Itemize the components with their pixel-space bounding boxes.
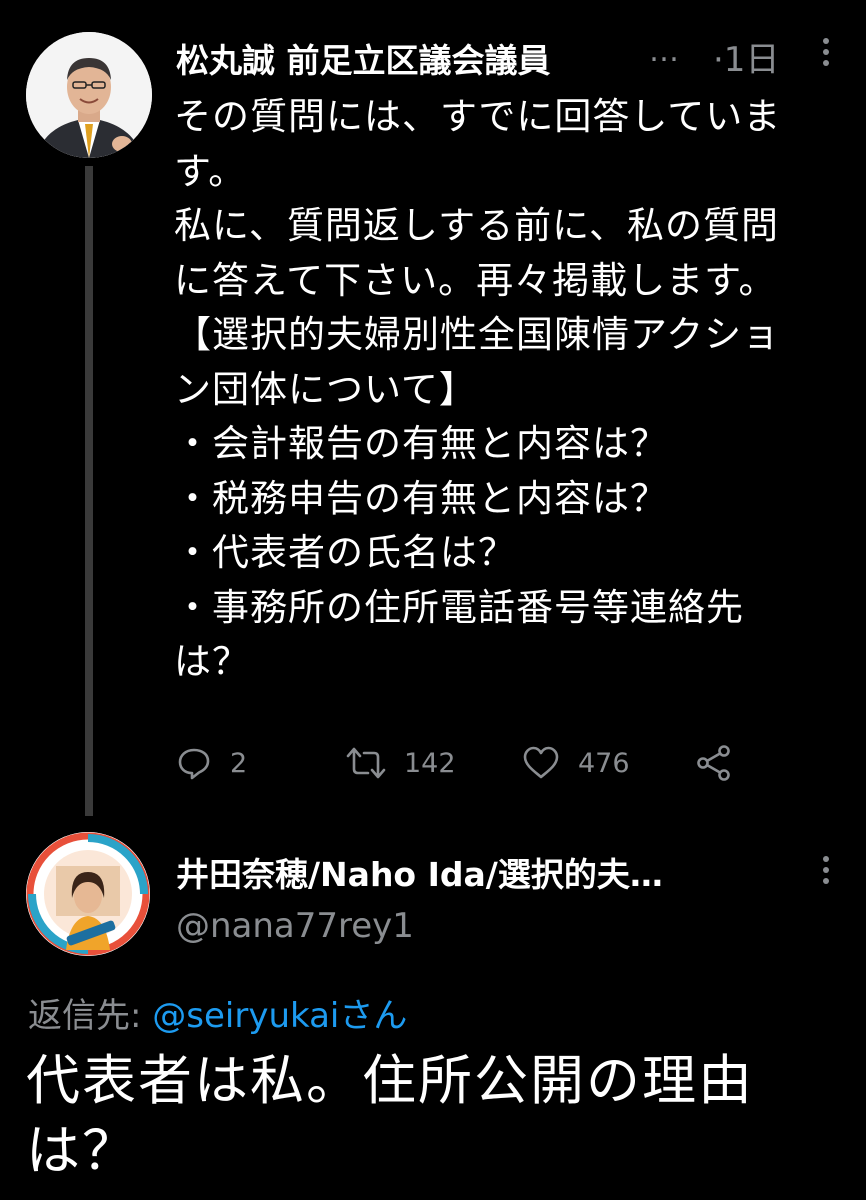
tweet-text-line: す。 (174, 149, 247, 193)
avatar-image (26, 832, 150, 956)
name-truncation-ellipsis: … (649, 34, 679, 69)
tweet-text-line: は？ (26, 1119, 138, 1182)
reply-count: 2 (230, 747, 248, 779)
tweet-original[interactable]: 松丸誠 前足立区議会議員 … ·1日 その質問には、すでに回答していま す。 私… (0, 0, 866, 816)
retweet-count: 142 (404, 747, 456, 779)
tweet-text-line: に答えて下さい。再々掲載します。 (174, 258, 777, 302)
tweet-header: 松丸誠 前足立区議会議員 … ·1日 (176, 28, 846, 81)
tweet-text-line: 私に、質問返しする前に、私の質問 (174, 204, 780, 247)
tweet-text-line: ・会計報告の有無と内容は？ (174, 422, 668, 465)
like-count: 476 (578, 747, 630, 779)
display-name[interactable]: 井田奈穂/Naho Ida/選択的夫… (176, 848, 663, 896)
more-vertical-icon[interactable] (822, 856, 830, 890)
reply-icon (178, 748, 210, 780)
like-icon (523, 746, 559, 779)
tweet-timestamp[interactable]: ·1日 (713, 32, 779, 81)
tweet-text-line: その質問には、すでに回答していま (174, 95, 782, 138)
tweet-text-line: ン団体について】 (174, 367, 477, 411)
tweet-text-line: は？ (174, 640, 250, 683)
user-handle[interactable]: @nana77rey1 (176, 906, 414, 946)
retweet-button[interactable]: 142 (346, 738, 456, 788)
avatar[interactable] (26, 32, 152, 158)
tweet-text: その質問には、すでに回答していま す。 私に、質問返しする前に、私の質問 に答え… (174, 90, 846, 690)
replying-to: 返信先: @seiryukaiさん (28, 988, 407, 1037)
tweet-action-bar: 2 142 476 (176, 738, 776, 788)
more-vertical-icon[interactable] (822, 38, 830, 72)
thread-connector-line (85, 166, 93, 816)
tweet-text-line: ・税務申告の有無と内容は？ (174, 476, 668, 520)
like-button[interactable]: 476 (522, 738, 630, 788)
mention-link[interactable]: @seiryukaiさん (152, 996, 407, 1036)
tweet-text-line: ・代表者の氏名は？ (174, 531, 516, 574)
avatar-image (26, 32, 152, 158)
tweet-text-line: 代表者は私。住所公開の理由 (26, 1049, 754, 1112)
tweet-text-line: 【選択的夫婦別性全国陳情アクショ (174, 313, 781, 356)
reply-button[interactable]: 2 (176, 738, 247, 788)
retweet-icon (346, 747, 386, 779)
tweet-text: 代表者は私。住所公開の理由 は？ (26, 1046, 846, 1186)
share-button[interactable] (694, 738, 734, 788)
avatar[interactable] (26, 832, 150, 956)
replying-to-label: 返信先: (28, 996, 153, 1036)
display-name[interactable]: 松丸誠 前足立区議会議員 (176, 34, 551, 82)
share-icon (697, 745, 730, 781)
tweet-text-line: ・事務所の住所電話番号等連絡先 (174, 585, 744, 629)
